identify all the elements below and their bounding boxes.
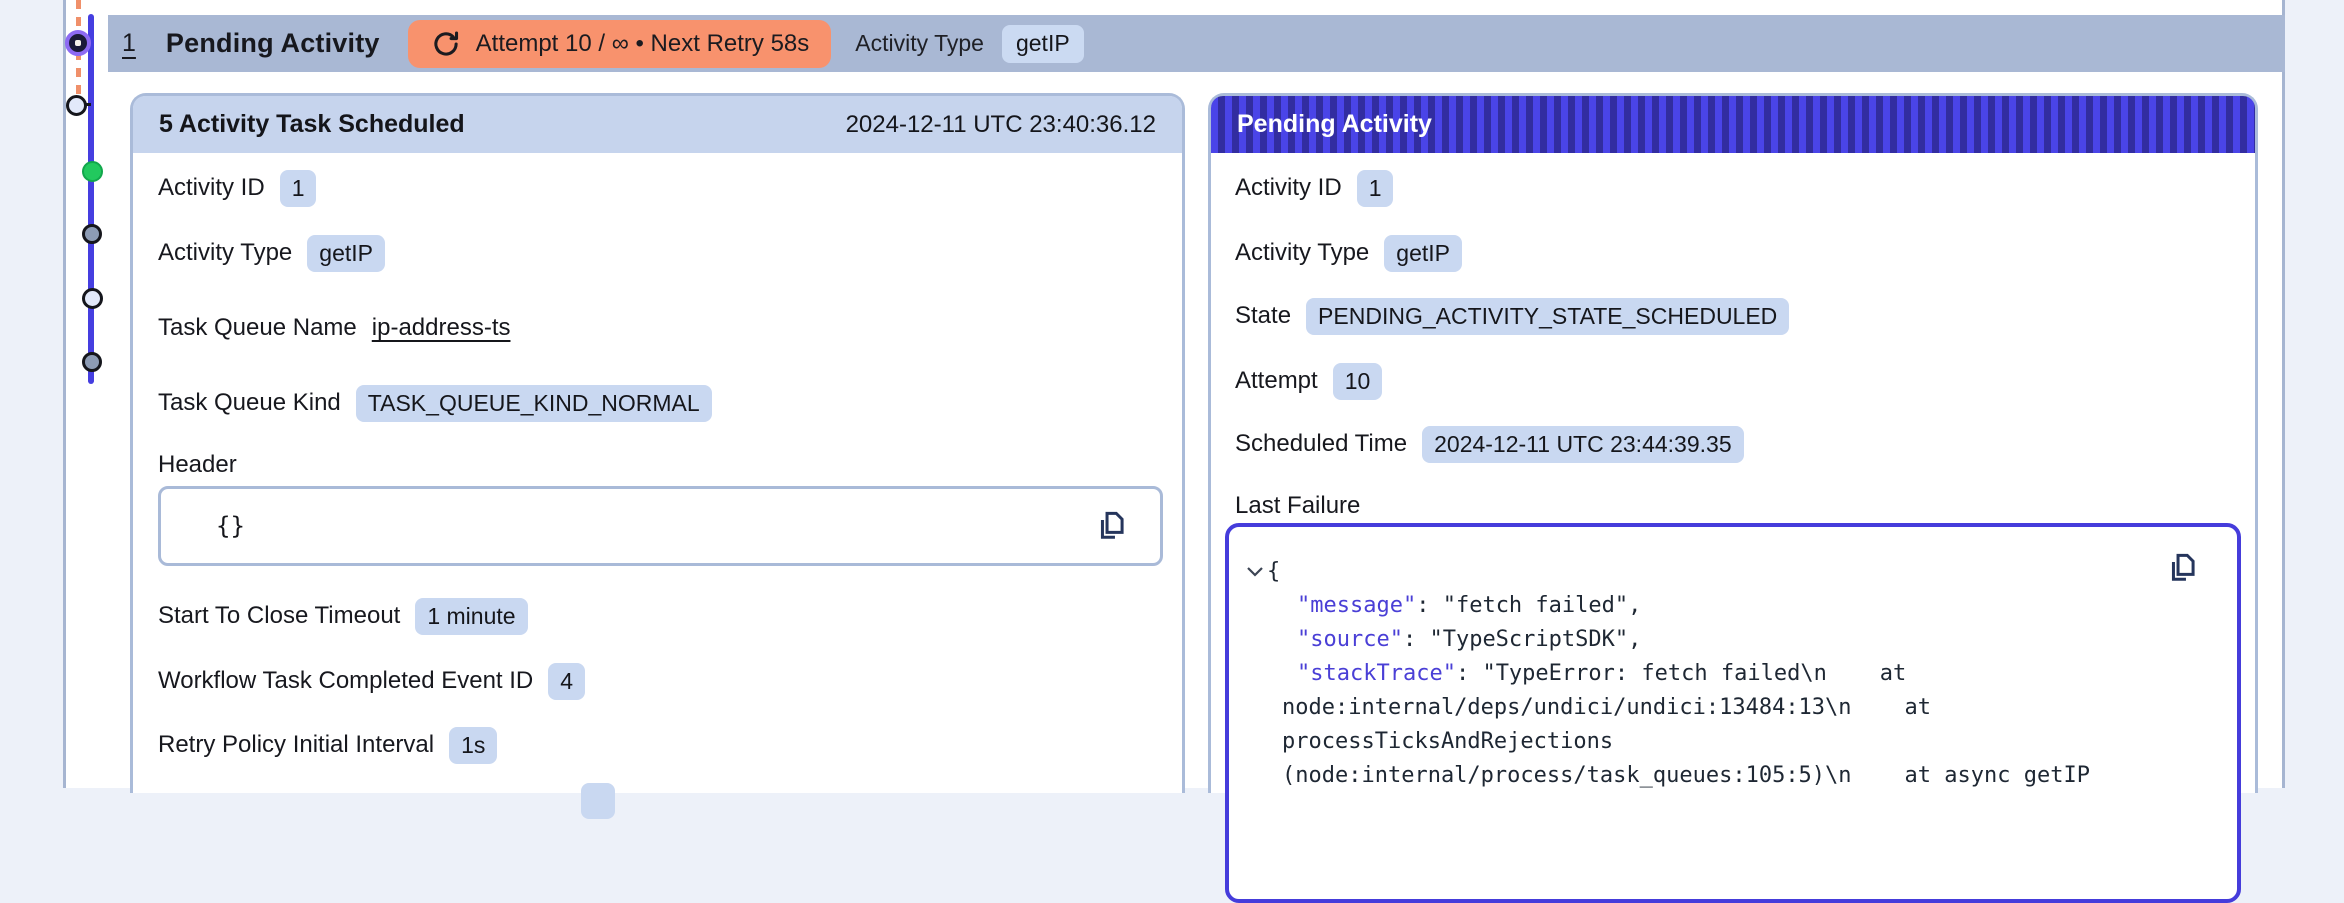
last-failure-json: {"message": "fetch failed", "source": "Ty…	[1267, 555, 2127, 793]
field-row-activity-type: Activity Type getIP	[1235, 232, 1462, 274]
field-value-badge: 1s	[449, 726, 498, 764]
header-payload-value: {}	[216, 512, 245, 540]
field-value-badge: 4	[548, 662, 586, 700]
field-value-badge: getIP	[307, 234, 385, 272]
right-panel-title: Pending Activity	[1237, 110, 1432, 138]
field-row-attempt: Attempt 10	[1235, 360, 1383, 402]
field-label: State	[1235, 302, 1292, 329]
field-label: Activity Type	[158, 239, 293, 266]
field-value-badge: getIP	[1384, 234, 1462, 272]
truncated-next-row-badge	[581, 783, 615, 819]
field-row-activity-type: Activity Type getIP	[158, 232, 385, 274]
field-row-activity-id: Activity ID 1	[1235, 167, 1394, 209]
last-failure-codeblock: {"message": "fetch failed", "source": "Ty…	[1225, 523, 2241, 903]
code-line: processTicksAndRejections	[1267, 725, 2127, 759]
field-label: Activity Type	[1235, 239, 1370, 266]
field-label: Retry Policy Initial Interval	[158, 731, 435, 758]
right-panel-header: Pending Activity	[1211, 96, 2255, 153]
event-dot-selected-0[interactable]	[65, 30, 91, 56]
field-row-task-queue-name: Task Queue Name ip-address-ts	[158, 307, 510, 349]
field-label: Activity ID	[158, 174, 265, 201]
code-text: : "fetch failed",	[1416, 593, 1642, 618]
field-row-start-to-close-timeout: Start To Close Timeout 1 minute	[158, 595, 528, 637]
field-label: Workflow Task Completed Event ID	[158, 667, 534, 694]
task-queue-name-link[interactable]: ip-address-ts	[372, 314, 511, 342]
json-key: "message"	[1297, 593, 1417, 618]
activity-type-label: Activity Type	[855, 30, 984, 56]
field-label: Activity ID	[1235, 174, 1342, 201]
event-id-link[interactable]: 1	[122, 29, 136, 58]
event-dot-open-1[interactable]	[65, 94, 87, 116]
header-payload-codeblock: {}	[158, 486, 1163, 566]
event-dot-green-2[interactable]	[81, 160, 103, 182]
timeline-active-line	[88, 14, 94, 384]
code-line: "message": "fetch failed",	[1267, 589, 2127, 623]
field-value-badge: 10	[1332, 362, 1383, 400]
code-text: (node:internal/process/task_queues:105:5…	[1282, 763, 2090, 788]
left-panel-header: 5 Activity Task Scheduled 2024-12-11 UTC…	[133, 96, 1182, 153]
field-row-state: State PENDING_ACTIVITY_STATE_SCHEDULED	[1235, 295, 1790, 337]
event-dot-gray-3[interactable]	[82, 224, 102, 244]
chevron-down-icon[interactable]	[1243, 563, 1267, 583]
field-row-task-queue-kind: Task Queue Kind TASK_QUEUE_KIND_NORMAL	[158, 382, 712, 424]
event-dot-open-4[interactable]	[81, 287, 103, 309]
left-panel-timestamp: 2024-12-11 UTC 23:40:36.12	[845, 110, 1156, 138]
pending-activity-panel: Pending Activity Activity ID 1 Activity Ty…	[1208, 93, 2258, 903]
code-line: node:internal/deps/undici/undici:13484:1…	[1267, 691, 2127, 725]
code-text: : "TypeError: fetch failed\n at	[1455, 661, 1907, 686]
activity-type-badge: getIP	[1001, 24, 1084, 63]
field-value-badge: 2024-12-11 UTC 23:44:39.35	[1422, 425, 1744, 463]
activity-task-scheduled-panel: 5 Activity Task Scheduled 2024-12-11 UTC…	[130, 93, 1185, 819]
field-label: Task Queue Name	[158, 314, 357, 341]
field-label: Attempt	[1235, 367, 1318, 394]
header-field-label: Header	[158, 451, 237, 478]
event-title: Pending Activity	[165, 28, 380, 58]
code-text: processTicksAndRejections	[1282, 729, 1614, 754]
event-dot-gray-5[interactable]	[82, 352, 102, 372]
code-line: {	[1267, 555, 2127, 589]
code-text: {	[1267, 559, 1281, 584]
left-panel-title: 5 Activity Task Scheduled	[159, 110, 465, 138]
copy-icon[interactable]	[1092, 507, 1130, 545]
retry-icon	[430, 28, 462, 60]
field-value-badge: PENDING_ACTIVITY_STATE_SCHEDULED	[1306, 297, 1790, 335]
field-value-badge: 1	[1356, 169, 1394, 207]
copy-icon[interactable]	[2163, 549, 2201, 587]
field-row-retry-policy-initial-interval: Retry Policy Initial Interval 1s	[158, 724, 498, 766]
code-text: : "TypeScriptSDK",	[1402, 627, 1642, 652]
field-value-badge: 1	[279, 169, 317, 207]
code-line: "stackTrace": "TypeError: fetch failed\n…	[1267, 657, 2127, 691]
field-row-scheduled-time: Scheduled Time 2024-12-11 UTC 23:44:39.35	[1235, 423, 1744, 465]
code-line: "source": "TypeScriptSDK",	[1267, 623, 2127, 657]
field-label: Start To Close Timeout	[158, 602, 401, 629]
retry-badge-label: Attempt 10 / ∞ • Next Retry 58s	[475, 29, 810, 57]
field-value-badge: 1 minute	[415, 597, 528, 635]
field-label: Task Queue Kind	[158, 389, 341, 416]
field-value-badge: TASK_QUEUE_KIND_NORMAL	[355, 384, 712, 422]
json-key: "source"	[1297, 627, 1403, 652]
field-row-workflow-task-completed-event-id: Workflow Task Completed Event ID 4	[158, 660, 586, 702]
retry-status-badge: Attempt 10 / ∞ • Next Retry 58s	[407, 19, 832, 68]
json-key: "stackTrace"	[1297, 661, 1456, 686]
code-text: node:internal/deps/undici/undici:13484:1…	[1282, 695, 1932, 720]
field-row-activity-id: Activity ID 1	[158, 167, 317, 209]
event-row-header[interactable]: 1 Pending Activity Attempt 10 / ∞ • Next…	[108, 15, 2285, 72]
last-failure-label: Last Failure	[1235, 492, 1361, 519]
field-label: Scheduled Time	[1235, 430, 1408, 457]
